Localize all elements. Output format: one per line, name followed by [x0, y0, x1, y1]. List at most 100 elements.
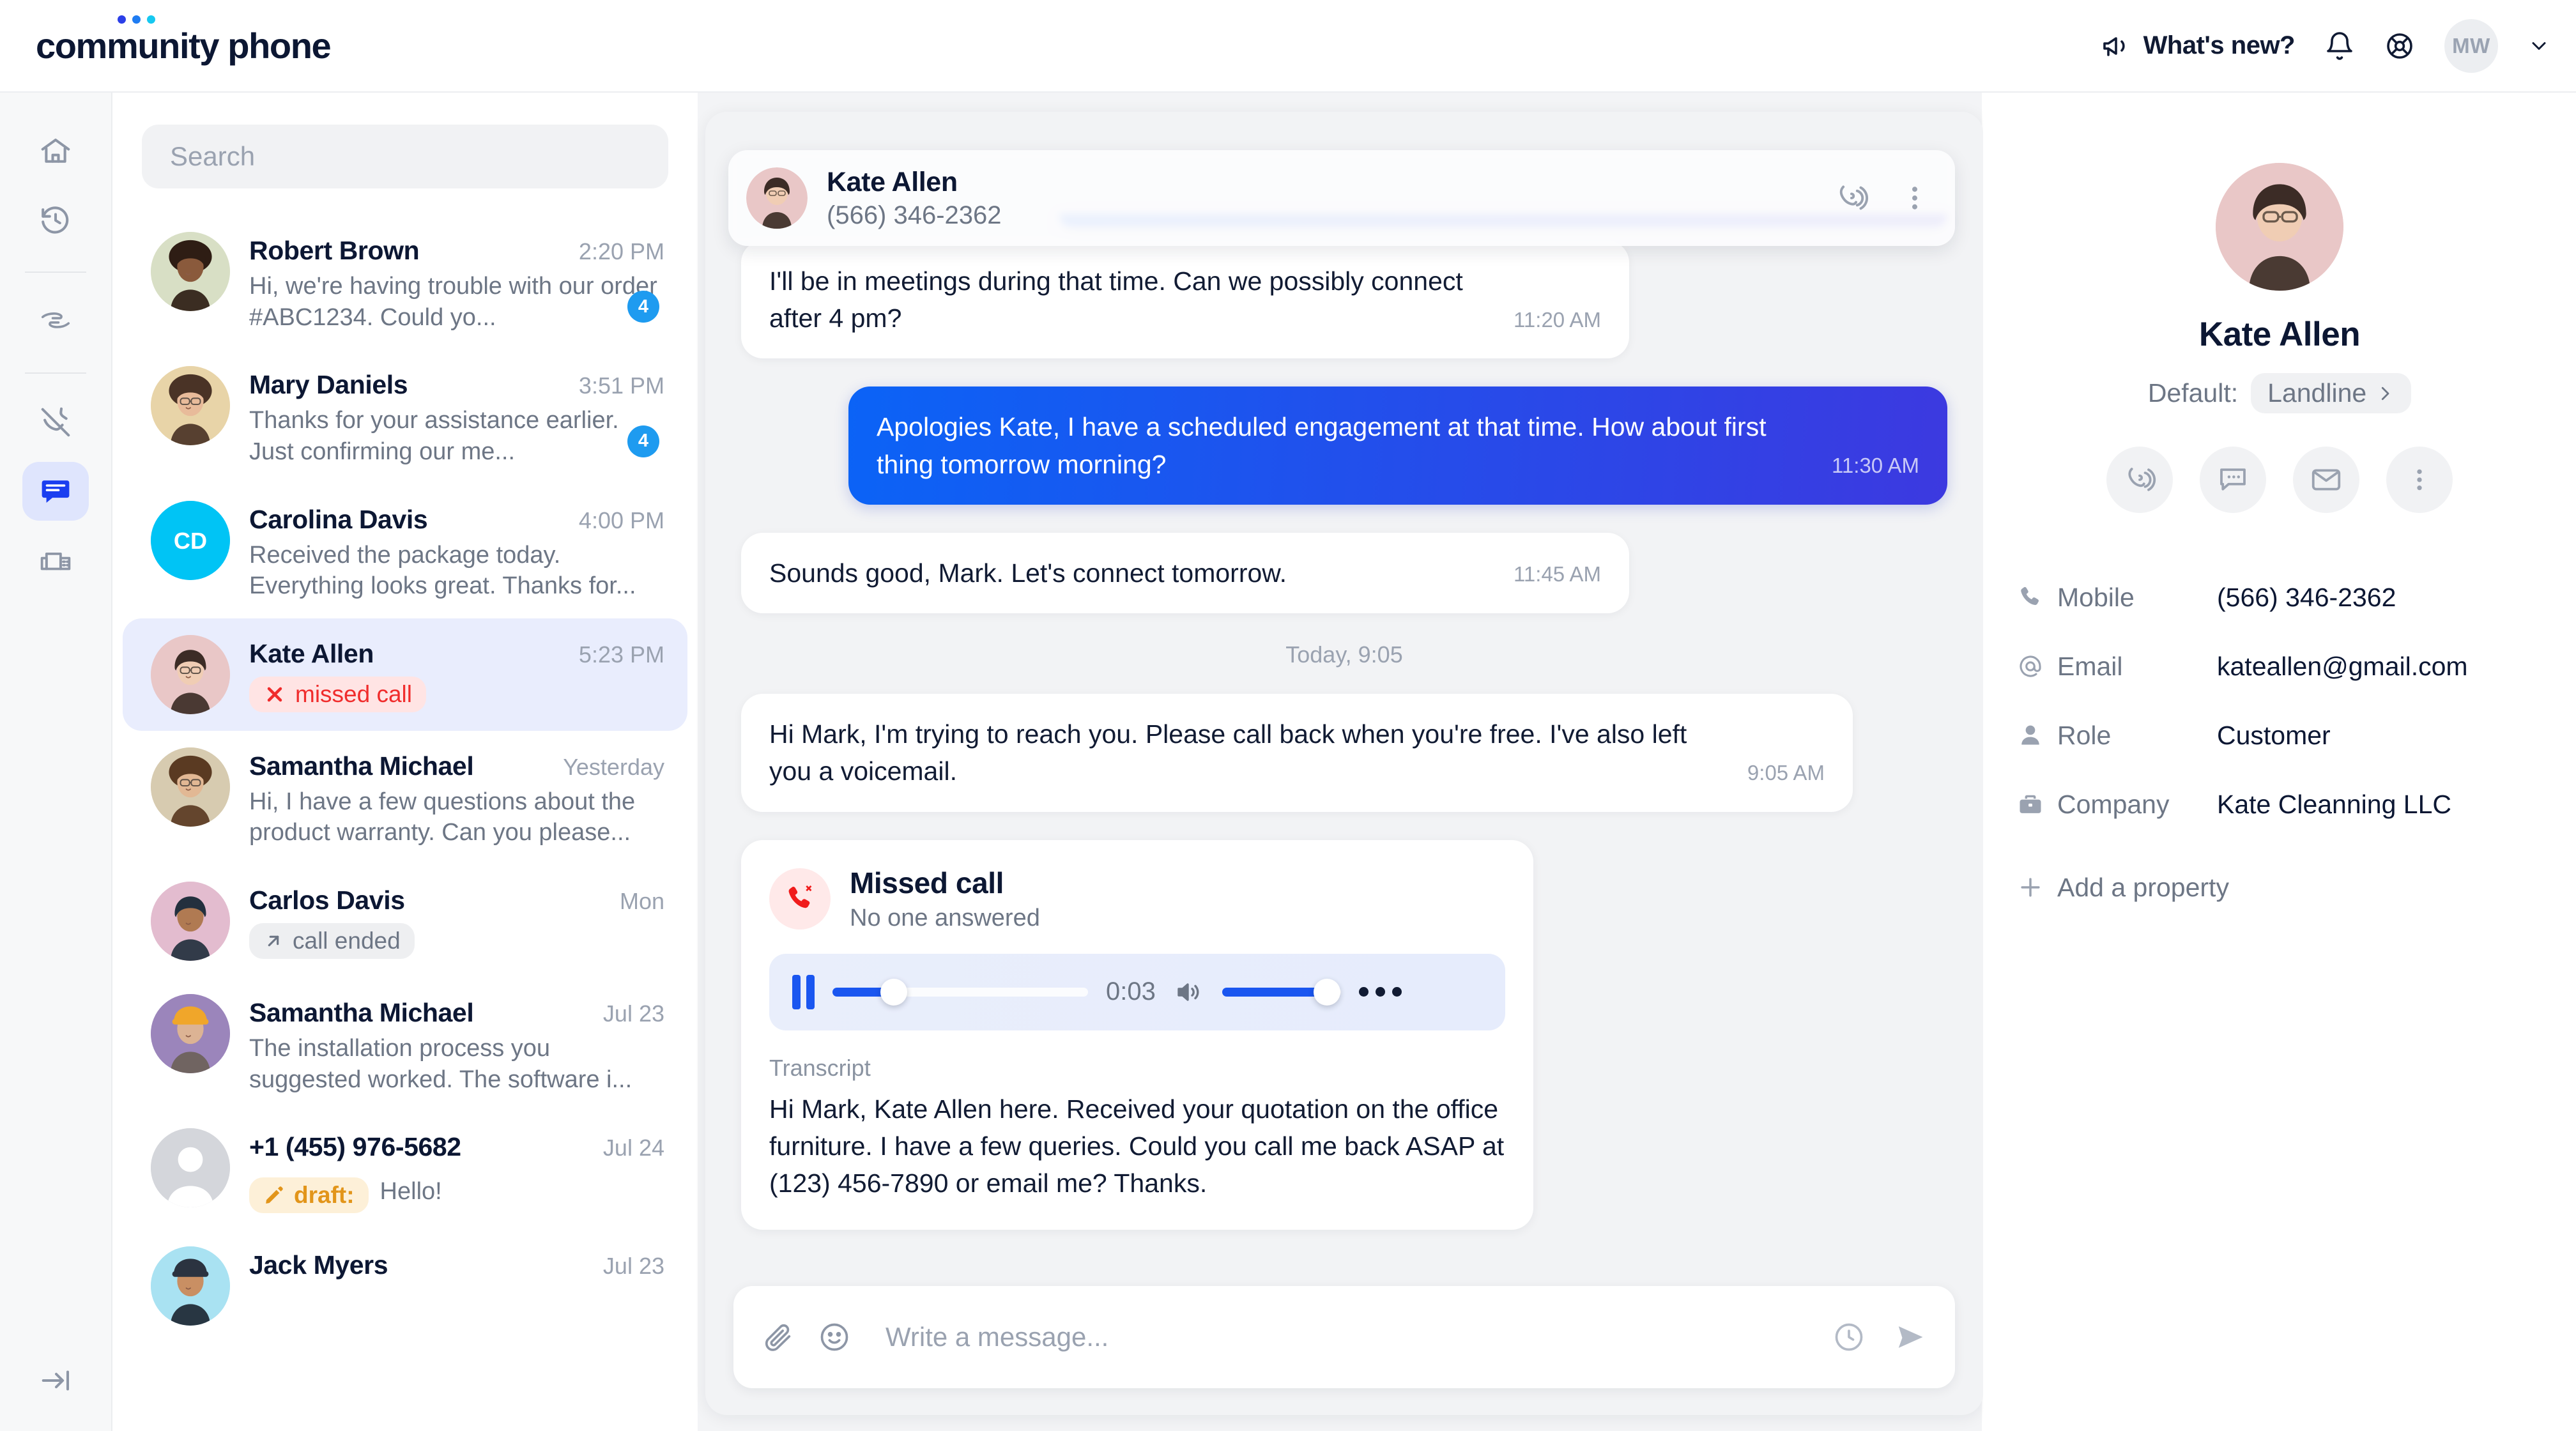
conversation-time: Yesterday	[563, 753, 664, 780]
message-row: Hi Mark, I'm trying to reach you. Please…	[741, 694, 1947, 812]
contact-default-line: Default: Landline	[2016, 373, 2543, 413]
contact-call-button[interactable]	[2106, 447, 2173, 513]
logo-word-community: community	[36, 25, 220, 66]
property-label: Email	[2057, 651, 2123, 681]
clock-icon[interactable]	[1832, 1320, 1866, 1354]
home-icon	[38, 134, 73, 169]
send-icon[interactable]	[1894, 1320, 1927, 1354]
more-horizontal-icon[interactable]	[1358, 987, 1402, 997]
help-button[interactable]	[2384, 31, 2415, 61]
conversation-list-item[interactable]: +1 (455) 976-5682 Jul 24 draft: Hello!	[123, 1112, 687, 1230]
phone-missed-icon	[769, 868, 831, 930]
message-time: 9:05 AM	[1747, 760, 1825, 784]
more-vertical-icon[interactable]	[1899, 182, 1931, 214]
contact-details-panel: Kate Allen Default: Landline Mobile (566…	[1983, 93, 2576, 1431]
chat-header-avatar	[746, 167, 808, 229]
search-input[interactable]	[170, 141, 640, 172]
sidebar-item-home[interactable]	[22, 122, 89, 181]
message-text: Sounds good, Mark. Let's connect tomorro…	[769, 558, 1287, 588]
contact-property-row: Company Kate Cleanning LLC	[2016, 770, 2543, 839]
conversation-preview: Received the package today. Everything l…	[249, 541, 636, 600]
conversation-body: Jack Myers Jul 23	[249, 1246, 664, 1280]
conversation-name: Robert Brown	[249, 236, 420, 265]
conversation-body: +1 (455) 976-5682 Jul 24 draft: Hello!	[249, 1128, 664, 1214]
logo-dots	[118, 15, 155, 24]
conversation-list-item[interactable]: Carlos Davis Mon call ended	[123, 865, 687, 977]
contact-quick-actions	[2016, 447, 2543, 513]
emoji-icon[interactable]	[818, 1320, 851, 1354]
phone-ring-icon[interactable]	[1834, 180, 1869, 216]
whats-new-button[interactable]: What's new?	[2101, 31, 2296, 61]
seek-slider[interactable]	[832, 978, 1088, 1006]
collapse-rail-button[interactable]	[0, 1363, 112, 1398]
message-composer	[733, 1286, 1955, 1388]
conversation-status-badge: missed call	[249, 676, 426, 712]
message-input[interactable]	[885, 1322, 1809, 1352]
missed-call-subtitle: No one answered	[850, 904, 1040, 931]
unread-count-badge: 4	[627, 291, 659, 323]
property-label: Mobile	[2057, 582, 2135, 612]
conversation-time: 2:20 PM	[578, 238, 664, 264]
property-value[interactable]: Kate Cleanning LLC	[2217, 790, 2451, 820]
conversation-body: Samantha Michael Yesterday Hi, I have a fe…	[249, 747, 664, 848]
contact-message-button[interactable]	[2200, 447, 2266, 513]
chat-header-info: Kate Allen (566) 346-2362	[827, 167, 1834, 230]
message-bubble: I'll be in meetings during that time. Ca…	[741, 241, 1629, 359]
user-menu-button[interactable]	[2527, 34, 2550, 57]
conversation-time: Jul 23	[602, 1000, 664, 1027]
property-value[interactable]: kateallen@gmail.com	[2217, 652, 2468, 682]
conversation-list-item[interactable]: Jack Myers Jul 23	[123, 1230, 687, 1342]
chat-header-actions	[1834, 180, 1931, 216]
conversation-body: Robert Brown 2:20 PM Hi, we're having trou…	[249, 232, 664, 333]
conversation-list-item[interactable]: Mary Daniels 3:51 PM Thanks for your assis…	[123, 349, 687, 484]
volume-icon[interactable]	[1174, 977, 1204, 1007]
missed-call-title: Missed call	[850, 866, 1004, 899]
plus-icon	[2016, 873, 2057, 901]
pause-icon[interactable]	[792, 974, 815, 1009]
contact-email-button[interactable]	[2293, 447, 2359, 513]
conversation-list-item[interactable]: Robert Brown 2:20 PM Hi, we're having trou…	[123, 215, 687, 349]
conversation-body: Samantha Michael Jul 23 The installation p…	[249, 994, 664, 1095]
sidebar-item-missed-calls[interactable]	[22, 393, 89, 452]
chevron-down-icon	[2527, 34, 2550, 57]
conversation-title-row: Kate Allen 5:23 PM	[249, 639, 664, 669]
message-text: Apologies Kate, I have a scheduled engag…	[877, 412, 1767, 479]
conversation-list: Robert Brown 2:20 PM Hi, we're having trou…	[114, 215, 696, 1342]
conversation-name: +1 (455) 976-5682	[249, 1132, 461, 1162]
conversation-title-row: Jack Myers Jul 23	[249, 1250, 664, 1280]
user-avatar[interactable]: MW	[2444, 19, 2498, 73]
conversation-draft-row: draft: Hello!	[249, 1170, 664, 1214]
conversation-list-item[interactable]: CD Carolina Davis 4:00 PM Received the pack…	[123, 484, 687, 618]
property-value[interactable]: Customer	[2217, 721, 2331, 751]
conversation-title-row: Robert Brown 2:20 PM	[249, 236, 664, 266]
property-value[interactable]: (566) 346-2362	[2217, 583, 2396, 613]
conversation-list-item[interactable]: Samantha Michael Yesterday Hi, I have a fe…	[123, 731, 687, 865]
sidebar-item-messages[interactable]	[22, 462, 89, 521]
conversation-list-item[interactable]: Samantha Michael Jul 23 The installation p…	[123, 977, 687, 1112]
chat-contact-phone: (566) 346-2362	[827, 201, 1002, 229]
conversation-title-row: +1 (455) 976-5682 Jul 24	[249, 1132, 664, 1162]
sidebar-item-fax[interactable]	[22, 531, 89, 590]
sidebar-item-recents[interactable]	[22, 191, 89, 250]
notifications-button[interactable]	[2324, 31, 2355, 61]
conversation-avatar: CD	[151, 500, 230, 580]
search-box[interactable]	[142, 125, 668, 188]
conversation-list-item[interactable]: Kate Allen 5:23 PM missed call	[123, 618, 687, 731]
default-line-selector[interactable]: Landline	[2251, 373, 2412, 413]
lifebuoy-icon	[2384, 31, 2415, 61]
message-icon	[38, 474, 73, 509]
draft-badge: draft:	[249, 1177, 369, 1214]
paperclip-icon[interactable]	[762, 1320, 795, 1354]
contact-more-button[interactable]	[2386, 447, 2453, 513]
contact-name: Kate Allen	[2198, 316, 2361, 353]
at-icon	[2016, 652, 2057, 680]
conversation-title-row: Samantha Michael Jul 23	[249, 998, 664, 1028]
volume-slider[interactable]	[1222, 978, 1341, 1006]
brand-logo[interactable]: community phone	[36, 15, 332, 66]
message-time: 11:30 AM	[1832, 454, 1919, 478]
add-property-button[interactable]: Add a property	[2016, 853, 2543, 922]
composer-actions	[1832, 1320, 1927, 1354]
sidebar-item-contacts[interactable]	[22, 292, 89, 351]
conversation-title-row: Carlos Davis Mon	[249, 885, 664, 915]
chevron-right-icon	[2375, 384, 2395, 403]
